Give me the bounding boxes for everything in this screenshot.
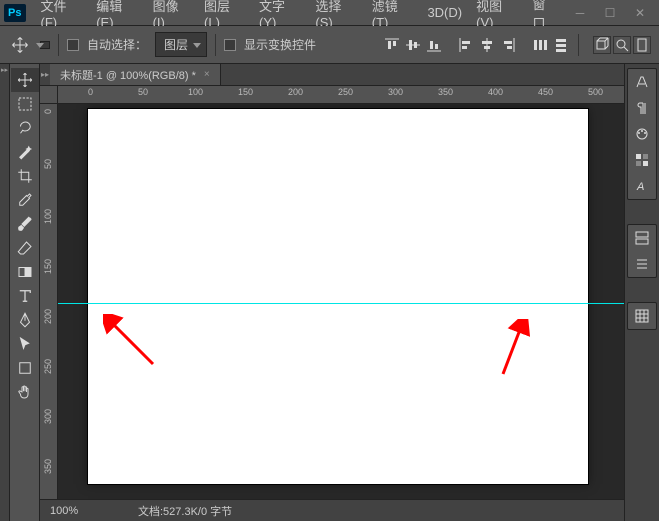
layers-panel-icon[interactable] bbox=[628, 225, 656, 251]
crop-tool[interactable] bbox=[11, 164, 39, 188]
app-logo: Ps bbox=[4, 4, 26, 22]
ruler-tick: 200 bbox=[288, 87, 303, 97]
ruler-tick: 100 bbox=[43, 209, 53, 224]
align-right-button[interactable] bbox=[499, 36, 517, 54]
align-hcenter-button[interactable] bbox=[478, 36, 496, 54]
auto-select-label: 自动选择： bbox=[87, 36, 147, 53]
divider bbox=[58, 34, 59, 56]
document-canvas[interactable] bbox=[88, 109, 588, 484]
ruler-tick: 150 bbox=[238, 87, 253, 97]
distribute-h-button[interactable] bbox=[531, 36, 549, 54]
menu-3d[interactable]: 3D(D) bbox=[420, 5, 469, 20]
hand-tool[interactable] bbox=[11, 380, 39, 404]
magic-wand-tool[interactable] bbox=[11, 140, 39, 164]
ruler-tick: 300 bbox=[43, 409, 53, 424]
color-panel-icon[interactable] bbox=[628, 121, 656, 147]
status-bar: 100% 文档:527.3K/0 字节 bbox=[40, 499, 624, 521]
document-tab[interactable]: 未标题-1 @ 100%(RGB/8) * × bbox=[50, 64, 221, 85]
window-close-button[interactable]: ✕ bbox=[625, 3, 655, 23]
horizontal-guide[interactable] bbox=[58, 303, 624, 304]
swatches-panel-icon[interactable] bbox=[628, 147, 656, 173]
ruler-tick: 300 bbox=[388, 87, 403, 97]
ruler-tick: 250 bbox=[338, 87, 353, 97]
ruler-tick: 150 bbox=[43, 259, 53, 274]
paragraph-panel-icon[interactable] bbox=[628, 95, 656, 121]
show-transform-label: 显示变换控件 bbox=[244, 36, 316, 53]
window-maximize-button[interactable]: ☐ bbox=[595, 3, 625, 23]
align-top-button[interactable] bbox=[383, 36, 401, 54]
divider bbox=[215, 34, 216, 56]
doc-info[interactable]: 文档:527.3K/0 字节 bbox=[138, 503, 232, 519]
ruler-tick: 450 bbox=[538, 87, 553, 97]
ruler-tick: 350 bbox=[43, 459, 53, 474]
ruler-tick: 100 bbox=[188, 87, 203, 97]
canvas-area[interactable] bbox=[58, 104, 624, 499]
annotation-arrow-icon bbox=[473, 319, 533, 382]
ruler-tick: 0 bbox=[43, 109, 53, 114]
ruler-tick: 50 bbox=[138, 87, 148, 97]
align-bottom-button[interactable] bbox=[425, 36, 443, 54]
horizontal-ruler[interactable]: 0 50 100 150 200 250 300 350 400 450 500 bbox=[40, 86, 624, 104]
move-tool-icon[interactable] bbox=[8, 33, 32, 57]
layer-group-dropdown[interactable]: 图层 bbox=[155, 32, 207, 57]
distribute-v-button[interactable] bbox=[552, 36, 570, 54]
document-area: ▸▸ 未标题-1 @ 100%(RGB/8) * × 0 50 100 150 200 2… bbox=[40, 64, 624, 521]
close-tab-icon[interactable]: × bbox=[204, 69, 210, 80]
ruler-tick: 50 bbox=[43, 159, 53, 169]
ruler-origin[interactable] bbox=[40, 86, 58, 103]
channels-panel-icon[interactable] bbox=[628, 251, 656, 277]
ruler-tick: 500 bbox=[588, 87, 603, 97]
tool-preset-chevron-icon[interactable] bbox=[40, 41, 50, 49]
shape-tool[interactable] bbox=[11, 356, 39, 380]
marquee-tool[interactable] bbox=[11, 92, 39, 116]
toolbox bbox=[10, 64, 40, 521]
brush-tool[interactable] bbox=[11, 212, 39, 236]
divider bbox=[578, 34, 579, 56]
tab-title: 未标题-1 @ 100%(RGB/8) * bbox=[60, 67, 196, 83]
glyphs-panel-icon[interactable]: A bbox=[628, 173, 656, 199]
document-tabs: ▸▸ 未标题-1 @ 100%(RGB/8) * × bbox=[40, 64, 624, 86]
doc-button[interactable] bbox=[633, 36, 651, 54]
menu-bar: Ps 文件(F) 编辑(E) 图像(I) 图层(L) 文字(Y) 选择(S) 滤… bbox=[0, 0, 659, 26]
align-left-button[interactable] bbox=[457, 36, 475, 54]
auto-select-checkbox[interactable] bbox=[67, 39, 79, 51]
align-vcenter-button[interactable] bbox=[404, 36, 422, 54]
svg-text:A: A bbox=[636, 181, 644, 193]
gradient-tool[interactable] bbox=[11, 260, 39, 284]
3d-mode-button[interactable] bbox=[593, 36, 611, 54]
window-minimize-button[interactable]: ─ bbox=[565, 3, 595, 23]
ruler-tick: 350 bbox=[438, 87, 453, 97]
table-panel-icon[interactable] bbox=[628, 303, 656, 329]
expand-tabs-icon[interactable]: ▸▸ bbox=[40, 64, 50, 85]
vertical-ruler[interactable]: 0 50 100 150 200 250 300 350 bbox=[40, 104, 58, 499]
zoom-level[interactable]: 100% bbox=[50, 505, 110, 517]
path-select-tool[interactable] bbox=[11, 332, 39, 356]
move-tool[interactable] bbox=[11, 68, 39, 92]
eyedropper-tool[interactable] bbox=[11, 188, 39, 212]
ruler-tick: 200 bbox=[43, 309, 53, 324]
right-panels: A bbox=[624, 64, 659, 521]
ruler-tick: 400 bbox=[488, 87, 503, 97]
show-transform-checkbox[interactable] bbox=[224, 39, 236, 51]
ruler-tick: 250 bbox=[43, 359, 53, 374]
collapse-strip-left[interactable] bbox=[0, 64, 10, 521]
character-panel-icon[interactable] bbox=[628, 69, 656, 95]
search-button[interactable] bbox=[613, 36, 631, 54]
annotation-arrow-icon bbox=[103, 314, 163, 377]
lasso-tool[interactable] bbox=[11, 116, 39, 140]
ruler-tick: 0 bbox=[88, 87, 93, 97]
options-bar: 自动选择： 图层 显示变换控件 bbox=[0, 26, 659, 64]
eraser-tool[interactable] bbox=[11, 236, 39, 260]
pen-tool[interactable] bbox=[11, 308, 39, 332]
type-tool[interactable] bbox=[11, 284, 39, 308]
